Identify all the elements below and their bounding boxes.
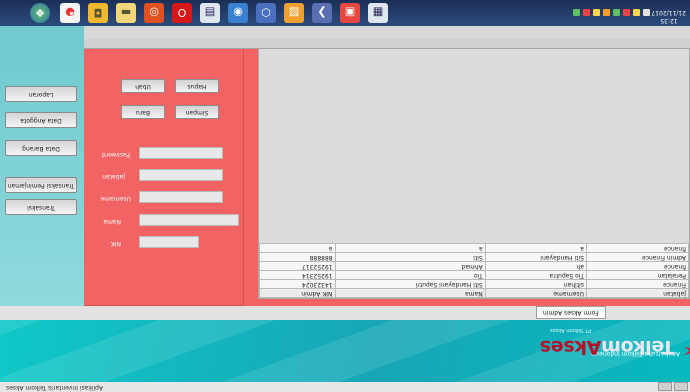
baru-button[interactable]: Baru [121,105,165,119]
system-tray [530,4,650,22]
header-banner: Anak Usaha Telkom Indonesia ✶ TelkomAkse… [0,320,690,382]
username-label: Username [100,195,131,202]
table-cell: sitihan [485,279,587,289]
window-controls [658,382,688,391]
ubah-button[interactable]: Ubah [121,79,165,93]
taskbar-app-icon[interactable]: ❯ [312,3,332,23]
table-row[interactable]: finance ah Ahmad 19252317 [259,261,689,271]
sidebar-nav: Transaksi Transaksi Peminjaman Data Bara… [0,26,84,306]
sidebar-item-data-barang[interactable]: Data Barang [5,140,77,156]
taskbar-app-icon[interactable]: ◘ [88,3,108,23]
jabatan-label: Jabatan [102,173,125,180]
close-icon[interactable] [674,382,688,391]
table-cell: finance [586,261,689,271]
table-cell: 19252317 [259,261,336,271]
taskbar-app-icon[interactable]: ⬡ [256,3,276,23]
password-label: Password [101,151,130,158]
tray-app-icon[interactable] [623,9,630,17]
table-cell: a [335,243,486,253]
table-row[interactable]: Finance sitihan Siti Handayani Saputri 1… [259,279,689,289]
app-screen: Aplikasi Inventaris Telkom Akses Anak Us… [0,0,690,392]
table-row[interactable]: Peralatan Tio Saputra Tio 19252314 [259,270,689,280]
table-cell: Finance [586,279,689,289]
tab-form-akses-admin[interactable]: Form Akses Admin [536,306,606,319]
taskbar: 12:35 21/11/2017 ▦ ▣ ❯ ▨ ⬡ ◉ ▤ O ◎ ▬ ◘ ◕… [0,0,690,26]
table-cell: Siti Handayani [485,252,587,262]
password-input[interactable] [139,147,223,159]
brand-name: TelkomAkses [540,336,674,358]
table-cell: Siti Handayani Saputri [335,279,486,289]
table-cell: 888888 [259,252,336,262]
taskbar-app-icon[interactable]: ▣ [340,3,360,23]
table-cell: Tio [335,270,486,280]
username-input[interactable] [139,191,223,203]
chrome-icon[interactable]: ◕ [60,3,80,23]
table-row[interactable]: Admin Finance Siti Handayani Siti 888888 [259,252,689,262]
nik-input[interactable] [139,236,199,248]
column-header[interactable]: Jabatan [586,288,689,298]
sidebar-item-laporan[interactable]: Laporan [5,86,77,102]
table-cell: a [259,243,336,253]
volume-icon[interactable] [643,9,650,17]
network-icon[interactable] [633,9,640,17]
table-cell: Ahmad [335,261,486,271]
nama-label: Nama [103,218,121,225]
table-cell: ah [485,261,587,271]
form-panel: NIK Nama Username Jabatan Password Simpa… [82,47,244,306]
column-header[interactable]: NIK Admin [259,288,336,298]
taskbar-app-icon[interactable]: ◉ [228,3,248,23]
firefox-icon[interactable]: ◎ [144,3,164,23]
taskbar-app-icon[interactable]: ▦ [368,3,388,23]
table-row[interactable]: finance a a a [259,243,689,253]
brand-logo: ✶ TelkomAkses PT Telkom Akses [540,322,690,364]
tray-app-icon[interactable] [583,9,590,17]
clock-time: 12:35 [660,17,678,24]
table-cell: 19252314 [259,270,336,280]
jabatan-input[interactable] [139,169,223,181]
main-area: Jabatan Username Nama NIK Admin Finance … [0,26,690,306]
tab-strip: Form Akses Admin [0,305,690,320]
sidebar-item-transaksi[interactable]: Transaksi [5,199,77,215]
hapus-button[interactable]: Hapus [175,79,219,93]
brand-name-part1: Telkom [601,336,675,358]
table-cell: Peralatan [586,270,689,280]
nama-input[interactable] [139,214,239,226]
nik-label: NIK [110,240,121,247]
table-cell: Tio Saputra [485,270,587,280]
status-text: Aplikasi Inventaris Telkom Akses [6,384,104,391]
file-explorer-icon[interactable]: ▬ [116,3,136,23]
maximize-icon[interactable] [658,382,672,391]
tray-app-icon[interactable] [593,9,600,17]
brand-name-part2: Akses [540,336,602,358]
sidebar-item-transaksi-peminjaman[interactable]: Transaksi Peminjaman [5,177,77,193]
table-header-row: Jabatan Username Nama NIK Admin [259,288,689,298]
tray-app-icon[interactable] [603,9,610,17]
table-cell: 14323024 [259,279,336,289]
tray-app-icon[interactable] [613,9,620,17]
simpan-button[interactable]: Simpan [175,105,219,119]
clock-date: 21/11/2017 [651,9,686,16]
start-button[interactable]: ❖ [30,3,50,23]
data-grid[interactable]: Jabatan Username Nama NIK Admin Finance … [258,47,690,299]
horizontal-scrollbar[interactable] [84,39,690,49]
table-cell: finance [586,243,689,253]
table-cell: Admin Finance [586,252,689,262]
column-header[interactable]: Username [485,288,587,298]
brand-tagline: PT Telkom Akses [550,327,592,333]
column-header[interactable]: Nama [335,288,486,298]
grid-panel: Jabatan Username Nama NIK Admin Finance … [244,47,690,306]
table-cell: Siti [335,252,486,262]
taskbar-app-icon[interactable]: ▨ [284,3,304,23]
status-bar: Aplikasi Inventaris Telkom Akses [0,381,690,392]
star-icon: ✶ [682,336,690,364]
clock[interactable]: 12:35 21/11/2017 [651,8,686,24]
sidebar-item-data-anggota[interactable]: Data Anggota [5,112,77,128]
table-cell: a [485,243,587,253]
opera-icon[interactable]: O [172,3,192,23]
taskbar-app-icon[interactable]: ▤ [200,3,220,23]
tray-app-icon[interactable] [573,9,580,17]
admin-table: Jabatan Username Nama NIK Admin Finance … [259,243,689,298]
